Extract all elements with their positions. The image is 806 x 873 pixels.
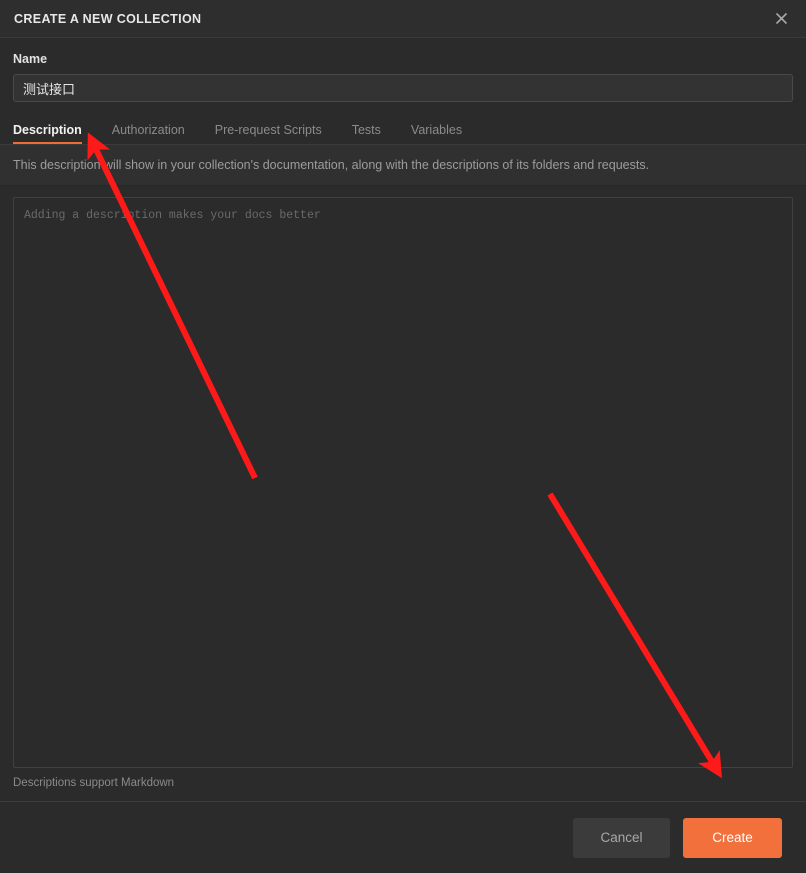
tab-variables[interactable]: Variables [411,123,462,144]
create-collection-dialog: CREATE A NEW COLLECTION Name Description… [0,0,806,873]
markdown-support-note: Descriptions support Markdown [13,777,175,789]
collection-name-input[interactable] [13,74,793,102]
tab-pre-request-scripts[interactable]: Pre-request Scripts [215,123,322,144]
description-helper-text: This description will show in your colle… [0,144,806,186]
name-field-group: Name [0,38,806,102]
name-label: Name [13,52,48,66]
cancel-button[interactable]: Cancel [573,817,670,858]
tab-authorization[interactable]: Authorization [112,123,185,144]
description-textarea[interactable] [13,197,793,768]
dialog-header: CREATE A NEW COLLECTION [0,0,806,38]
tab-tests[interactable]: Tests [352,123,381,144]
dialog-footer: Cancel Create [0,801,806,873]
tab-description[interactable]: Description [13,123,82,144]
dialog-body: Name Description Authorization Pre-reque… [0,38,806,801]
description-panel: Descriptions support Markdown [0,186,806,801]
close-icon[interactable] [770,8,792,30]
dialog-title: CREATE A NEW COLLECTION [14,11,202,26]
create-button[interactable]: Create [683,817,782,858]
tab-bar: Description Authorization Pre-request Sc… [0,117,806,144]
